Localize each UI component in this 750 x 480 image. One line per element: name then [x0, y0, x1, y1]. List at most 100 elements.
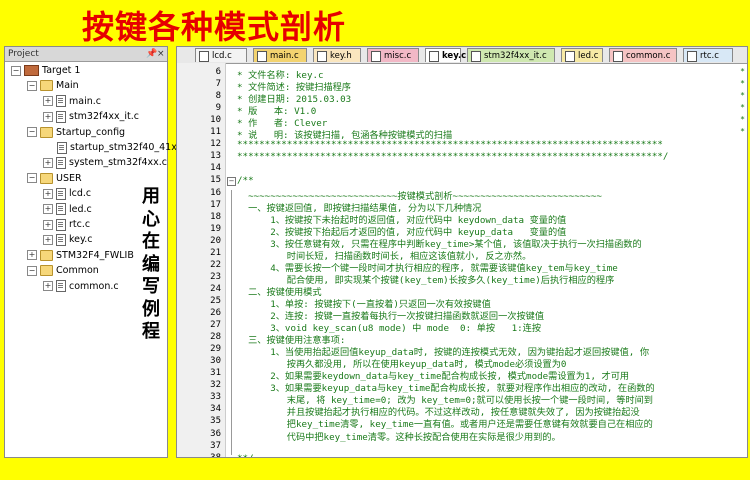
- comment-edge-marker: *: [740, 103, 745, 113]
- line-number: 22: [210, 259, 221, 270]
- tab-key-c[interactable]: key.c: [425, 48, 466, 62]
- line-number: 11: [210, 127, 221, 138]
- line-number: 12: [210, 139, 221, 150]
- tree-item[interactable]: + led.c: [43, 202, 92, 218]
- side-caption-left-char: 程: [142, 321, 160, 342]
- tab-main-c[interactable]: main.c: [253, 48, 307, 62]
- file-icon: [56, 95, 66, 108]
- expand-toggle-icon[interactable]: +: [43, 234, 53, 245]
- pin-icon[interactable]: 📌: [146, 48, 157, 60]
- tree-item[interactable]: + key.c: [43, 232, 93, 248]
- line-number: 13: [210, 151, 221, 162]
- tree-item[interactable]: − Main: [27, 78, 79, 94]
- tree-item-label: rtc.c: [69, 219, 91, 230]
- code-editor[interactable]: lcd.c main.c key.h misc.c key.c stm32f4xx_it.…: [176, 46, 748, 458]
- expand-toggle-icon[interactable]: −: [11, 65, 21, 76]
- tree-item-label: lcd.c: [69, 188, 92, 200]
- expand-toggle-icon[interactable]: +: [43, 219, 53, 230]
- line-number: 31: [210, 368, 221, 379]
- line-number: 9: [215, 103, 221, 114]
- tab-led-c[interactable]: led.c: [561, 48, 603, 62]
- comment-edge-marker: *: [740, 115, 745, 125]
- tab-lcd-c[interactable]: lcd.c: [195, 48, 247, 62]
- expand-toggle-icon[interactable]: +: [43, 281, 53, 292]
- tab-rtc-c[interactable]: rtc.c: [683, 48, 733, 62]
- comment-edge-marker: *: [740, 79, 745, 89]
- tab-stm32f4xx-it-c[interactable]: stm32f4xx_it.c: [467, 48, 555, 62]
- tree-item[interactable]: + main.c: [43, 94, 101, 110]
- side-caption-left-char: 用: [142, 186, 160, 207]
- folder-icon: [40, 126, 53, 138]
- target-icon: [24, 65, 39, 76]
- tab-common-c[interactable]: common.c: [609, 48, 677, 62]
- tree-item[interactable]: − Common: [27, 263, 99, 279]
- tree-item-label: STM32F4_FWLIB: [56, 249, 134, 261]
- line-number: 15: [210, 175, 221, 186]
- tree-item[interactable]: − USER: [27, 171, 82, 187]
- line-number: 6: [215, 67, 221, 77]
- tree-item[interactable]: + common.c: [43, 279, 119, 295]
- expand-toggle-icon[interactable]: −: [27, 127, 37, 138]
- comment-edge-marker: *: [740, 127, 745, 137]
- code-line: 代码中把key_time清零。这种长按配合使用在实际是很少用到的。: [237, 431, 561, 443]
- tree-item-label: main.c: [69, 95, 101, 107]
- expand-toggle-icon[interactable]: +: [43, 111, 53, 122]
- tree-item-label: key.c: [69, 234, 93, 246]
- line-number: 20: [210, 235, 221, 246]
- line-number: 14: [210, 163, 221, 174]
- expand-toggle-icon[interactable]: +: [43, 157, 53, 168]
- tree-item[interactable]: startup_stm32f40_41xx: [57, 140, 182, 156]
- expand-toggle-icon[interactable]: −: [27, 265, 37, 276]
- tree-item[interactable]: + rtc.c: [43, 217, 90, 233]
- banner: 按键各种模式剖析: [0, 0, 750, 46]
- expand-toggle-icon[interactable]: +: [27, 250, 37, 261]
- fold-toggle-icon[interactable]: −: [227, 177, 236, 187]
- file-icon: [56, 156, 66, 169]
- line-number: 17: [210, 199, 221, 210]
- line-number: 21: [210, 247, 221, 258]
- code-line: /**: [237, 175, 254, 187]
- file-icon: [56, 233, 66, 246]
- line-number: 36: [210, 428, 221, 439]
- tree-item-label: Common: [56, 265, 99, 277]
- expand-toggle-icon[interactable]: −: [27, 173, 37, 184]
- tree-item[interactable]: + system_stm32f4xx.c: [43, 155, 167, 171]
- tree-item[interactable]: + lcd.c: [43, 186, 91, 202]
- file-icon: [56, 110, 66, 123]
- side-caption-left-char: 例: [142, 298, 160, 320]
- tree-item-label: Startup_config: [56, 126, 126, 138]
- line-number: 29: [210, 344, 221, 355]
- code-line: **/: [237, 453, 254, 457]
- expand-toggle-icon[interactable]: +: [43, 96, 53, 107]
- tree-item-label: stm32f4xx_it.c: [69, 111, 140, 123]
- file-icon: [56, 280, 66, 293]
- folder-icon: [40, 249, 53, 261]
- line-number: 7: [215, 79, 221, 90]
- side-caption-left-char: 心: [142, 208, 160, 230]
- tree-item[interactable]: − Startup_config: [27, 125, 125, 141]
- line-number: 19: [210, 223, 221, 234]
- tab-key-h[interactable]: key.h: [313, 48, 361, 62]
- line-number: 16: [210, 187, 221, 198]
- tab-misc-c[interactable]: misc.c: [367, 48, 419, 62]
- tree-item[interactable]: + STM32F4_FWLIB: [27, 248, 134, 264]
- file-icon: [57, 141, 67, 154]
- tree-item[interactable]: + stm32f4xx_it.c: [43, 109, 139, 125]
- line-number: 18: [210, 211, 221, 222]
- expand-toggle-icon[interactable]: +: [43, 204, 53, 215]
- project-panel-title: Project: [8, 49, 39, 59]
- close-icon[interactable]: ×: [157, 48, 165, 60]
- line-number: 34: [210, 404, 221, 415]
- folder-icon: [40, 80, 53, 92]
- tree-item[interactable]: − Target 1: [11, 63, 80, 79]
- line-number: 24: [210, 283, 221, 294]
- expand-toggle-icon[interactable]: −: [27, 80, 37, 91]
- tree-item-label: startup_stm32f40_41xx: [70, 142, 183, 153]
- expand-toggle-icon[interactable]: +: [43, 188, 53, 199]
- tree-item-label: Target 1: [42, 65, 81, 76]
- side-caption-left-char: 写: [142, 276, 160, 297]
- tree-item-label: led.c: [69, 203, 92, 215]
- line-number: 26: [210, 308, 221, 318]
- line-number: 28: [210, 332, 221, 343]
- side-caption-left-char: 在: [142, 231, 160, 252]
